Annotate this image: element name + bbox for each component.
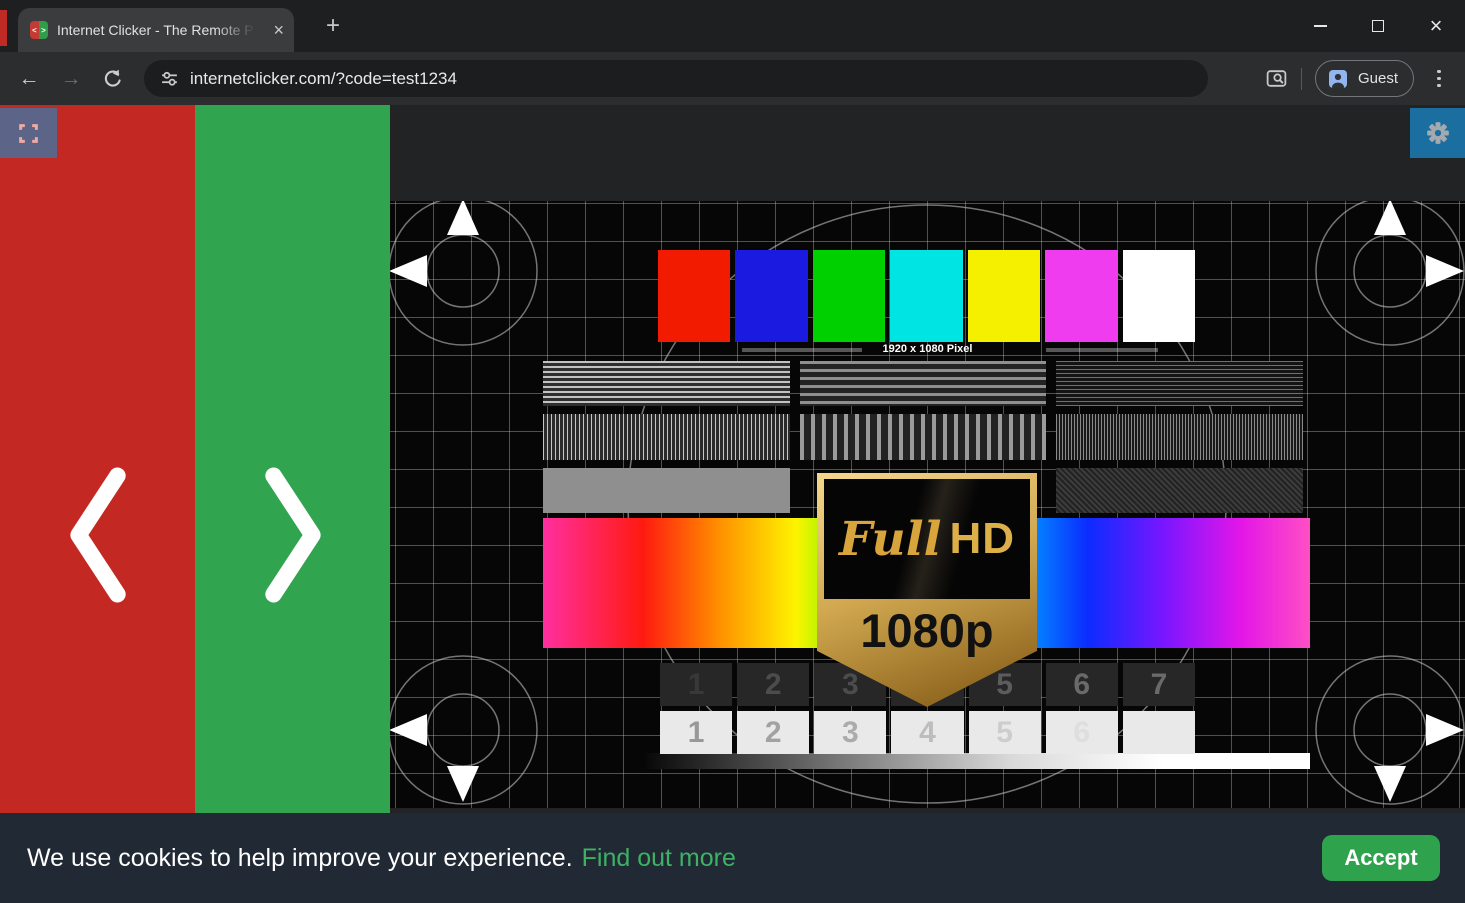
- cookie-banner: We use cookies to help improve your expe…: [0, 813, 1465, 903]
- chevron-right-icon: [254, 467, 332, 603]
- window-controls: ×: [1291, 0, 1465, 52]
- number-cell: 6: [1046, 663, 1118, 706]
- hlines-block: [800, 361, 1047, 406]
- color-bar-magenta: [1045, 250, 1117, 342]
- menu-button[interactable]: [1427, 62, 1451, 96]
- fullscreen-button[interactable]: [0, 108, 57, 158]
- back-button[interactable]: ←: [12, 62, 46, 96]
- browser-window: < > Internet Clicker - The Remote P × + …: [0, 0, 1465, 903]
- color-bar-yellow: [968, 250, 1040, 342]
- grayscale-gradient-strip: [645, 753, 1310, 769]
- new-tab-button[interactable]: +: [318, 10, 348, 42]
- number-cell: 1: [660, 663, 732, 706]
- guest-avatar-icon: [1326, 67, 1350, 91]
- hlines-block: [1056, 361, 1303, 406]
- tab-title: Internet Clicker - The Remote P: [57, 22, 264, 38]
- color-bar-cyan: [890, 250, 962, 342]
- toolbar-right-cluster: Guest: [1265, 60, 1451, 97]
- number-cell: 7: [1123, 663, 1195, 706]
- badge-1080p-text: 1080p: [817, 603, 1037, 658]
- color-bars: [658, 250, 1195, 342]
- find-out-more-link[interactable]: Find out more: [582, 844, 736, 873]
- previous-click-panel[interactable]: [0, 105, 195, 903]
- titlebar: < > Internet Clicker - The Remote P × + …: [0, 0, 1465, 52]
- edge-artifact: [0, 10, 7, 46]
- color-bar-red: [658, 250, 730, 342]
- settings-button[interactable]: [1410, 108, 1465, 158]
- hlines-block: [543, 361, 790, 406]
- window-minimize-button[interactable]: [1291, 0, 1349, 52]
- chevron-left-icon: [59, 467, 137, 603]
- next-click-panel[interactable]: [195, 105, 390, 903]
- browser-toolbar: ← → internetclicker.com/?code=test1234: [0, 52, 1465, 105]
- number-cell: 2: [737, 711, 809, 754]
- tab-close-icon[interactable]: ×: [273, 21, 284, 39]
- color-bar-white: [1123, 250, 1195, 342]
- site-settings-icon[interactable]: [160, 69, 179, 88]
- cookie-message: We use cookies to help improve your expe…: [27, 844, 573, 873]
- accept-button[interactable]: Accept: [1322, 835, 1440, 881]
- number-cell: 5: [969, 711, 1041, 754]
- checker-block: [1056, 468, 1303, 513]
- number-cell: 2: [737, 663, 809, 706]
- url-bar[interactable]: internetclicker.com/?code=test1234: [144, 60, 1208, 97]
- reload-button[interactable]: [96, 62, 130, 96]
- favicon-right-arrow: >: [39, 21, 48, 39]
- kebab-icon: [1437, 77, 1441, 81]
- color-bar-green: [813, 250, 885, 342]
- minimize-icon: [1314, 25, 1327, 27]
- forward-button[interactable]: →: [54, 62, 88, 96]
- fine-print-line: [1046, 348, 1158, 352]
- number-row-light: 1 2 3 4 5 6 7: [660, 711, 1195, 754]
- profile-button[interactable]: Guest: [1315, 60, 1414, 97]
- maximize-icon: [1372, 20, 1384, 32]
- page-content: 1920 x 1080 Pixel Ful: [0, 105, 1465, 903]
- browser-tab[interactable]: < > Internet Clicker - The Remote P ×: [18, 8, 294, 52]
- reload-icon: [103, 69, 123, 89]
- badge-hd-text: HD: [949, 514, 1015, 564]
- profile-label: Guest: [1358, 70, 1398, 87]
- resolution-caption: 1920 x 1080 Pixel: [390, 343, 1465, 355]
- side-search-icon[interactable]: [1265, 67, 1288, 90]
- test-pattern-image: 1920 x 1080 Pixel Ful: [390, 201, 1465, 808]
- stage-background: 1920 x 1080 Pixel Ful: [390, 105, 1465, 903]
- url-text: internetclicker.com/?code=test1234: [190, 69, 457, 89]
- window-close-button[interactable]: ×: [1407, 0, 1465, 52]
- vlines-block: [1056, 414, 1303, 459]
- number-cell: 3: [814, 711, 886, 754]
- fine-print-line: [742, 348, 862, 352]
- window-maximize-button[interactable]: [1349, 0, 1407, 52]
- badge-top-section: Full HD: [824, 479, 1030, 599]
- number-cell: 1: [660, 711, 732, 754]
- toolbar-divider: [1301, 68, 1302, 90]
- vlines-block: [800, 414, 1047, 459]
- number-cell: 4: [891, 711, 963, 754]
- color-bar-blue: [735, 250, 807, 342]
- number-cell: 6: [1046, 711, 1118, 754]
- favicon-icon: < >: [30, 21, 48, 39]
- gray-block: [543, 468, 790, 513]
- favicon-left-arrow: <: [30, 21, 39, 39]
- vlines-block: [543, 414, 790, 459]
- gear-icon: [1425, 120, 1451, 146]
- number-cell: 7: [1123, 711, 1195, 754]
- badge-full-text: Full: [839, 512, 941, 567]
- fullscreen-icon: [18, 123, 39, 144]
